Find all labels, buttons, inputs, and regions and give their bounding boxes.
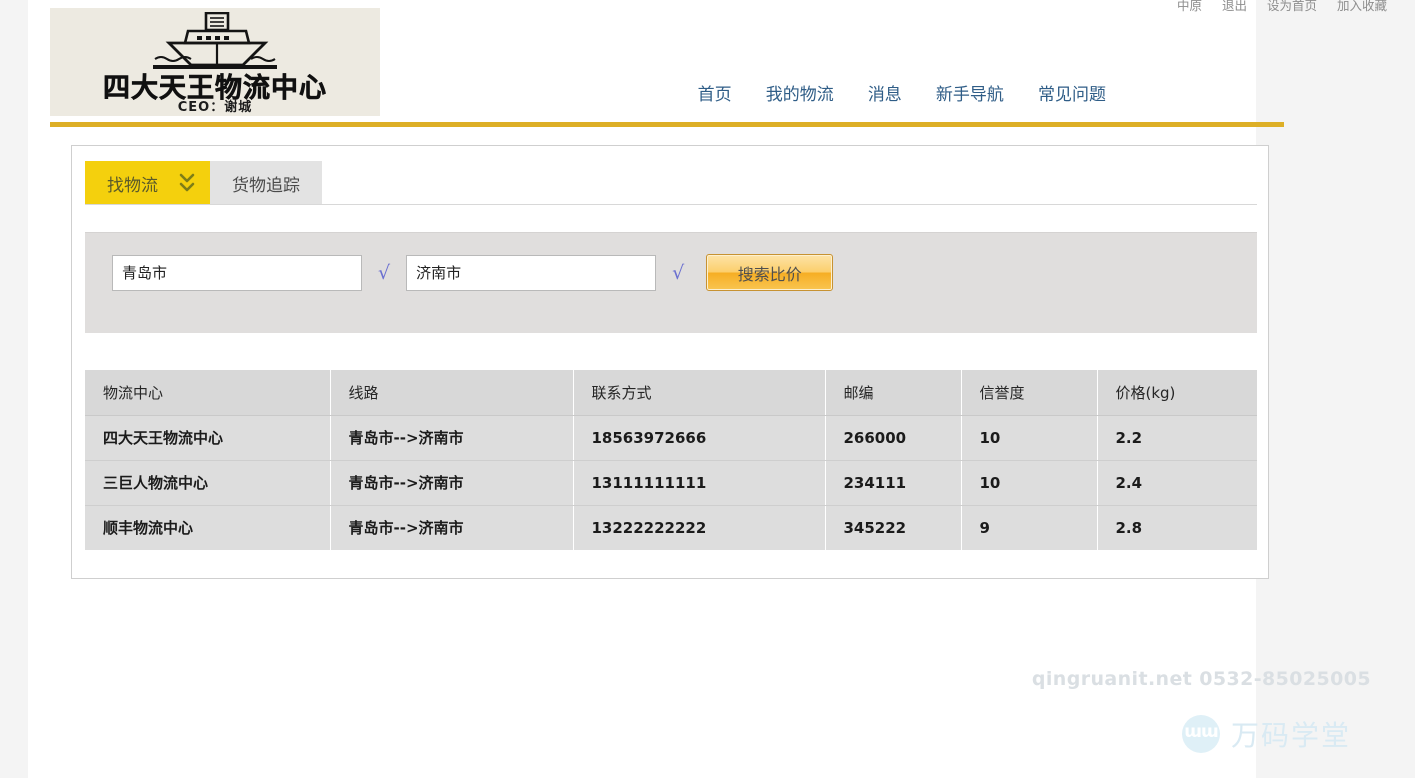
- nav-item-messages[interactable]: 消息: [868, 85, 902, 105]
- tab-bar: 找物流 货物追踪: [85, 161, 322, 205]
- table-header-row: 物流中心 线路 联系方式 邮编 信誉度 价格(kg): [85, 370, 1257, 415]
- column-header-contact[interactable]: 联系方式: [573, 370, 825, 415]
- utility-link-logout[interactable]: 退出: [1222, 0, 1247, 13]
- table-row[interactable]: 顺丰物流中心 青岛市-->济南市 13222222222 345222 9 2.…: [85, 505, 1257, 550]
- double-chevron-down-icon: [178, 171, 196, 195]
- column-header-center[interactable]: 物流中心: [85, 370, 330, 415]
- cell-route: 青岛市-->济南市: [330, 415, 573, 460]
- utility-link-user[interactable]: 中原: [1177, 0, 1202, 13]
- nav-item-home[interactable]: 首页: [698, 85, 732, 105]
- logo-subtitle: CEO：谢城: [50, 96, 380, 115]
- tab-find-logistics-label: 找物流: [107, 171, 158, 196]
- search-card: 找物流 货物追踪 √ √: [71, 145, 1269, 579]
- watermark-brand: ɯɯ 万码学堂: [1182, 714, 1351, 754]
- cell-contact: 13222222222: [573, 505, 825, 550]
- cell-center: 四大天王物流中心: [85, 415, 330, 460]
- cell-price: 2.8: [1097, 505, 1257, 550]
- table-row[interactable]: 三巨人物流中心 青岛市-->济南市 13111111111 234111 10 …: [85, 460, 1257, 505]
- tab-cargo-tracking-label: 货物追踪: [232, 171, 300, 196]
- cell-rating: 9: [961, 505, 1097, 550]
- origin-city-input[interactable]: [112, 255, 362, 291]
- results-table: 物流中心 线路 联系方式 邮编 信誉度 价格(kg) 四大天王物流中心 青岛市-…: [85, 370, 1257, 550]
- page-root: 四大天王物流中心 CEO：谢城 首页 我的物流 消息 新手导航 常见问题 找物流: [0, 0, 1415, 778]
- cell-price: 2.4: [1097, 460, 1257, 505]
- page-canvas: 四大天王物流中心 CEO：谢城 首页 我的物流 消息 新手导航 常见问题 找物流: [28, 0, 1256, 778]
- origin-valid-check-icon: √: [378, 262, 390, 284]
- search-row: √ √ 搜索比价: [112, 254, 833, 291]
- ship-icon: [125, 12, 305, 72]
- destination-valid-check-icon: √: [672, 262, 684, 284]
- cell-contact: 13111111111: [573, 460, 825, 505]
- cell-rating: 10: [961, 460, 1097, 505]
- column-header-route[interactable]: 线路: [330, 370, 573, 415]
- watermark-contact: qingruanit.net 0532-85025005: [1032, 668, 1371, 690]
- column-header-zip[interactable]: 邮编: [825, 370, 961, 415]
- tab-bar-underline: [85, 204, 1257, 205]
- brand-logo-icon: ɯɯ: [1182, 715, 1220, 753]
- cell-contact: 18563972666: [573, 415, 825, 460]
- main-nav: 首页 我的物流 消息 新手导航 常见问题: [698, 80, 1106, 105]
- destination-city-input[interactable]: [406, 255, 656, 291]
- tab-cargo-tracking[interactable]: 货物追踪: [210, 161, 322, 205]
- results-table-body: 四大天王物流中心 青岛市-->济南市 18563972666 266000 10…: [85, 415, 1257, 550]
- header-divider: [50, 122, 1284, 127]
- brand-logo-mark: ɯɯ: [1182, 722, 1220, 742]
- cell-rating: 10: [961, 415, 1097, 460]
- cell-price: 2.2: [1097, 415, 1257, 460]
- tab-find-logistics[interactable]: 找物流: [85, 161, 210, 205]
- cell-route: 青岛市-->济南市: [330, 505, 573, 550]
- cell-zip: 266000: [825, 415, 961, 460]
- utility-link-set-home[interactable]: 设为首页: [1267, 0, 1317, 13]
- search-compare-button[interactable]: 搜索比价: [706, 254, 833, 291]
- column-header-price[interactable]: 价格(kg): [1097, 370, 1257, 415]
- cell-zip: 234111: [825, 460, 961, 505]
- nav-item-faq[interactable]: 常见问题: [1038, 85, 1106, 105]
- cell-center: 顺丰物流中心: [85, 505, 330, 550]
- column-header-rating[interactable]: 信誉度: [961, 370, 1097, 415]
- results-table-head: 物流中心 线路 联系方式 邮编 信誉度 价格(kg): [85, 370, 1257, 415]
- search-panel: √ √ 搜索比价: [85, 232, 1257, 333]
- table-row[interactable]: 四大天王物流中心 青岛市-->济南市 18563972666 266000 10…: [85, 415, 1257, 460]
- utility-link-bookmark[interactable]: 加入收藏: [1337, 0, 1387, 13]
- cell-route: 青岛市-->济南市: [330, 460, 573, 505]
- cell-zip: 345222: [825, 505, 961, 550]
- nav-item-guide[interactable]: 新手导航: [936, 85, 1004, 105]
- site-header: 四大天王物流中心 CEO：谢城 首页 我的物流 消息 新手导航 常见问题: [28, 0, 1256, 124]
- cell-center: 三巨人物流中心: [85, 460, 330, 505]
- nav-item-my-logistics[interactable]: 我的物流: [766, 85, 834, 105]
- utility-bar: 中原 退出 设为首页 加入收藏: [0, 0, 1415, 16]
- brand-name: 万码学堂: [1231, 714, 1351, 754]
- site-logo[interactable]: 四大天王物流中心 CEO：谢城: [50, 8, 380, 116]
